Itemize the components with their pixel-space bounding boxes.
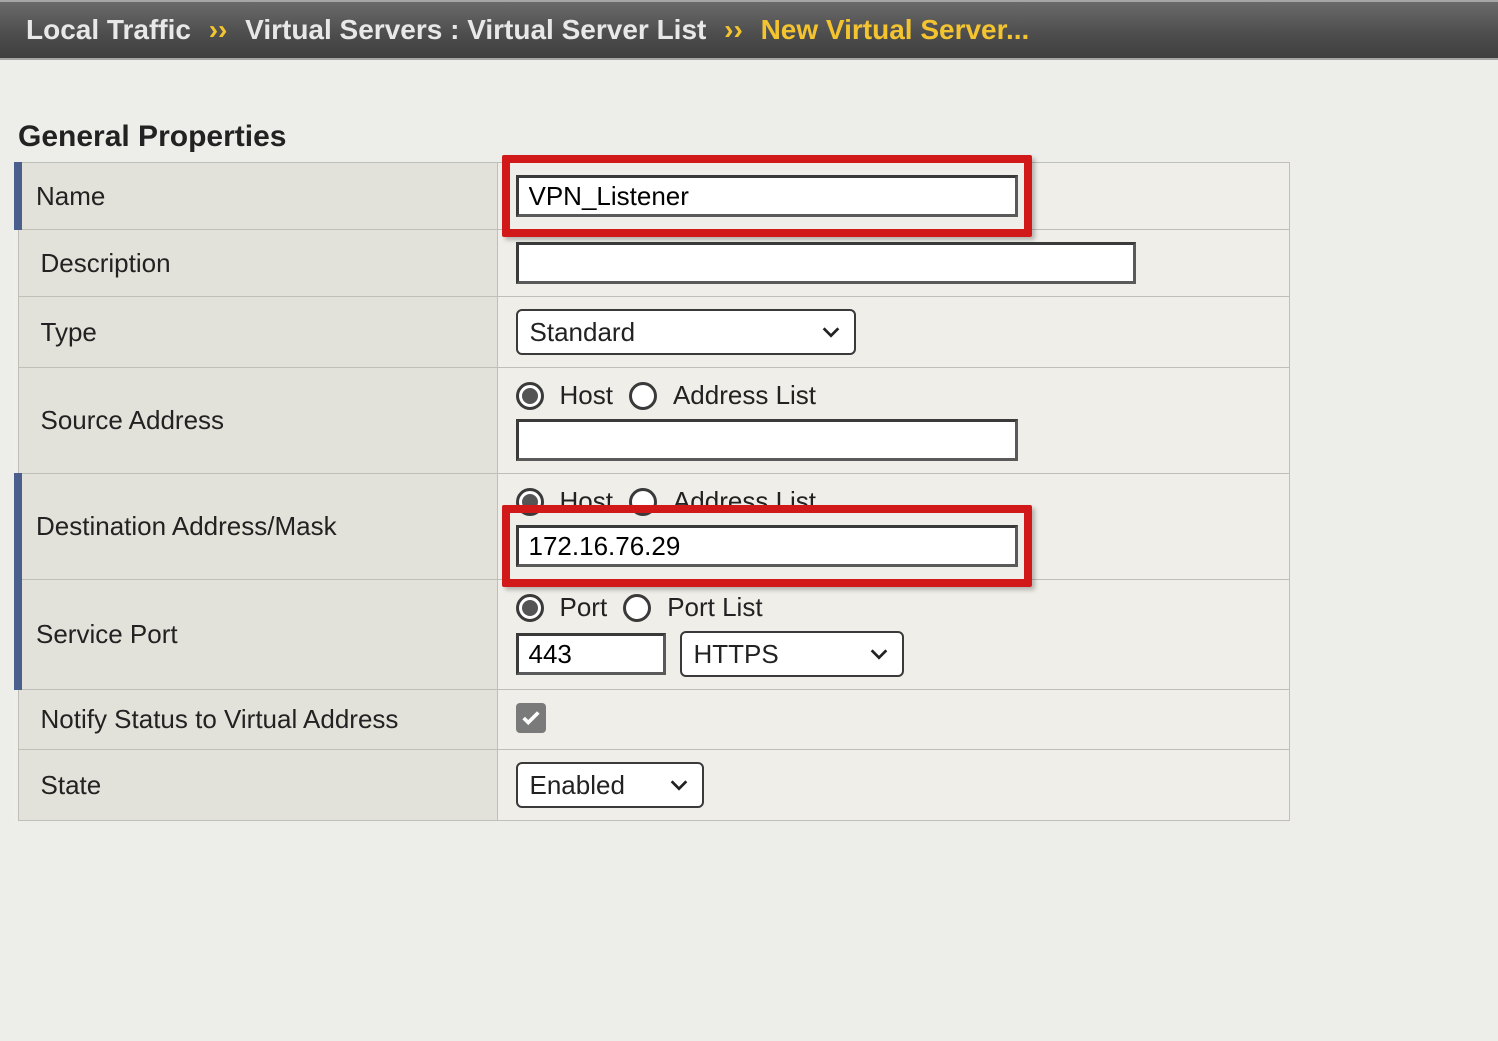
service-port-proto-select[interactable]: HTTPS bbox=[680, 631, 904, 677]
chevron-down-icon bbox=[820, 321, 842, 343]
highlight-destination bbox=[516, 525, 1018, 567]
dest-addresslist-radio-label: Address List bbox=[673, 486, 816, 517]
service-port-proto-value: HTTPS bbox=[694, 639, 779, 670]
dest-host-radio[interactable] bbox=[516, 488, 544, 516]
dest-addresslist-radio[interactable] bbox=[629, 488, 657, 516]
label-source-address: Source Address bbox=[18, 368, 497, 474]
breadcrumb-current: New Virtual Server... bbox=[761, 14, 1030, 45]
notify-status-checkbox[interactable] bbox=[516, 703, 546, 733]
source-address-input[interactable] bbox=[516, 419, 1018, 461]
dest-host-radio-label: Host bbox=[560, 486, 613, 517]
source-host-radio[interactable] bbox=[516, 382, 544, 410]
breadcrumb-sep-icon: ›› bbox=[199, 14, 238, 45]
breadcrumb-bar: Local Traffic ›› Virtual Servers : Virtu… bbox=[0, 0, 1498, 60]
label-type: Type bbox=[18, 297, 497, 368]
breadcrumb: Local Traffic ›› Virtual Servers : Virtu… bbox=[0, 2, 1498, 58]
breadcrumb-root[interactable]: Local Traffic bbox=[26, 14, 191, 45]
source-addresslist-radio[interactable] bbox=[629, 382, 657, 410]
section-heading-general-properties: General Properties bbox=[18, 120, 1498, 154]
source-addresslist-radio-label: Address List bbox=[673, 380, 816, 411]
portlist-radio-label: Port List bbox=[667, 592, 762, 623]
description-input[interactable] bbox=[516, 242, 1136, 284]
portlist-radio[interactable] bbox=[623, 594, 651, 622]
highlight-name bbox=[516, 175, 1018, 217]
state-select[interactable]: Enabled bbox=[516, 762, 704, 808]
chevron-down-icon bbox=[868, 643, 890, 665]
label-state: State bbox=[18, 750, 497, 821]
check-icon bbox=[520, 707, 542, 729]
source-host-radio-label: Host bbox=[560, 380, 613, 411]
destination-address-input[interactable] bbox=[516, 525, 1018, 567]
type-select-value: Standard bbox=[530, 317, 636, 348]
name-input[interactable] bbox=[516, 175, 1018, 217]
breadcrumb-sep-icon: ›› bbox=[714, 14, 753, 45]
type-select[interactable]: Standard bbox=[516, 309, 856, 355]
breadcrumb-mid[interactable]: Virtual Servers : Virtual Server List bbox=[245, 14, 706, 45]
chevron-down-icon bbox=[668, 774, 690, 796]
label-name: Name bbox=[18, 163, 497, 230]
port-radio[interactable] bbox=[516, 594, 544, 622]
port-radio-label: Port bbox=[560, 592, 608, 623]
label-service-port: Service Port bbox=[18, 580, 497, 690]
label-notify-status: Notify Status to Virtual Address bbox=[18, 690, 497, 750]
label-description: Description bbox=[18, 230, 497, 297]
service-port-input[interactable] bbox=[516, 633, 666, 675]
general-properties-table: Name Description Type Standard Source Ad… bbox=[14, 162, 1290, 821]
state-select-value: Enabled bbox=[530, 770, 625, 801]
label-destination-address: Destination Address/Mask bbox=[18, 474, 497, 580]
